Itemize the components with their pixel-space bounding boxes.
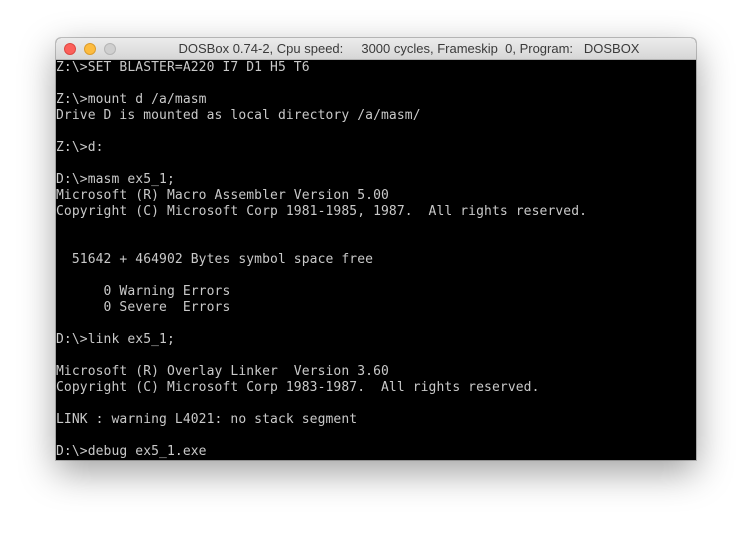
window-titlebar[interactable]: DOSBox 0.74-2, Cpu speed: 3000 cycles, F… bbox=[56, 38, 696, 60]
close-window-button[interactable] bbox=[64, 43, 76, 55]
console-line: Microsoft (R) Macro Assembler Version 5.… bbox=[56, 188, 389, 203]
console-line: 0 Warning Errors bbox=[56, 284, 231, 299]
dosbox-window: DOSBox 0.74-2, Cpu speed: 3000 cycles, F… bbox=[56, 38, 696, 460]
console-line: Drive D is mounted as local directory /a… bbox=[56, 108, 421, 123]
console-line: D:\>masm ex5_1; bbox=[56, 172, 175, 187]
zoom-window-button[interactable] bbox=[104, 43, 116, 55]
console-prompt-line: D:\>debug ex5_1.exe bbox=[56, 444, 207, 459]
minimize-window-button[interactable] bbox=[84, 43, 96, 55]
console-line: Microsoft (R) Overlay Linker Version 3.6… bbox=[56, 364, 389, 379]
console-line: LINK : warning L4021: no stack segment bbox=[56, 412, 358, 427]
dos-console[interactable]: Z:\>SET BLASTER=A220 I7 D1 H5 T6 Z:\>mou… bbox=[56, 60, 696, 460]
console-line: 51642 + 464902 Bytes symbol space free bbox=[56, 252, 374, 267]
console-line: Copyright (C) Microsoft Corp 1981-1985, … bbox=[56, 204, 588, 219]
console-line: Copyright (C) Microsoft Corp 1983-1987. … bbox=[56, 380, 540, 395]
console-line: Z:\>SET BLASTER=A220 I7 D1 H5 T6 bbox=[56, 60, 310, 75]
console-line: 0 Severe Errors bbox=[56, 300, 231, 315]
console-line: Z:\>mount d /a/masm bbox=[56, 92, 207, 107]
console-line: D:\>link ex5_1; bbox=[56, 332, 175, 347]
window-title: DOSBox 0.74-2, Cpu speed: 3000 cycles, F… bbox=[178, 41, 640, 56]
console-line: Z:\>d: bbox=[56, 140, 104, 155]
